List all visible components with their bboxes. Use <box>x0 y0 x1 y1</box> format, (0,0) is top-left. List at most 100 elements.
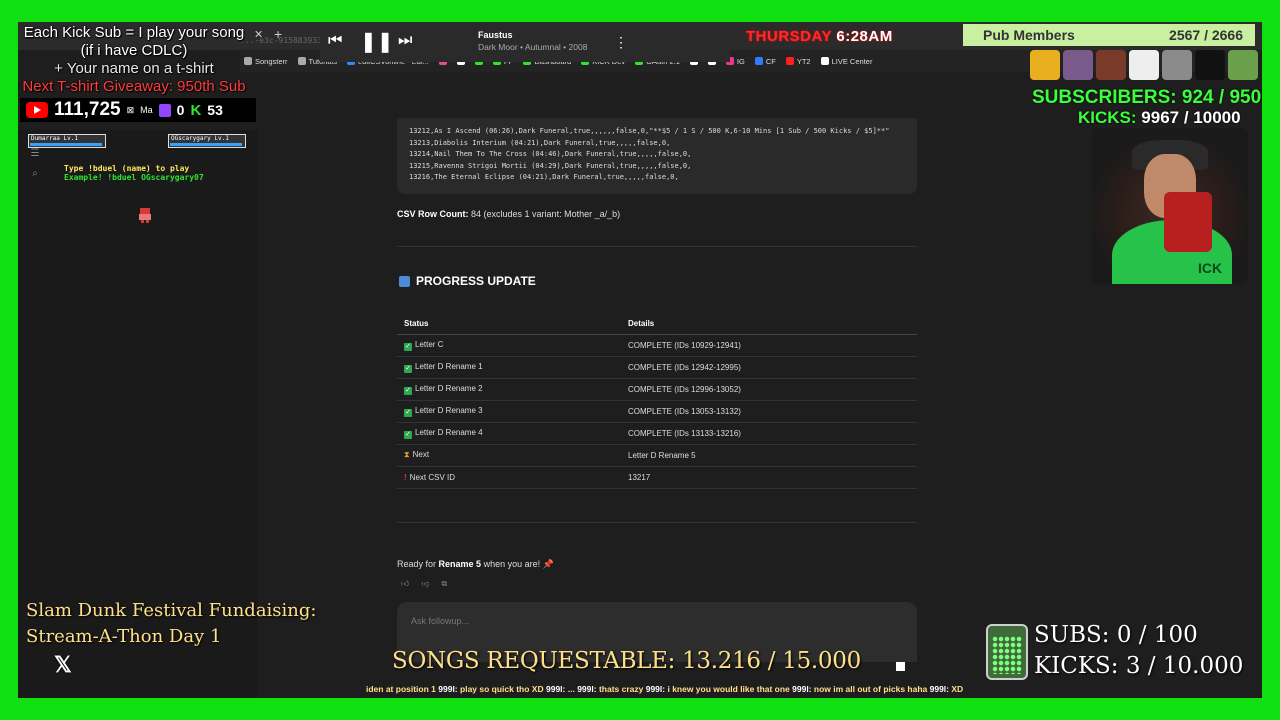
time-label: 6:28AM <box>836 28 893 45</box>
table-header-row: Status Details <box>397 314 917 335</box>
ready-bold: Rename 5 <box>438 559 482 569</box>
tshirt-gallery <box>1030 50 1260 84</box>
status-cell: ! Next CSV ID <box>397 466 621 489</box>
subs-goal: SUBS: 0 / 100 <box>1034 622 1198 648</box>
tshirt-thumbnail <box>1063 50 1093 80</box>
status-text: Letter D Rename 4 <box>415 427 483 437</box>
ticker-message: XD <box>951 684 964 694</box>
game-sprite-icon <box>139 208 151 223</box>
fundraiser-line-1: Slam Dunk Festival Fundaising: <box>26 600 317 621</box>
hourglass-icon: ⧗ <box>404 450 410 459</box>
status-text: Letter D Rename 1 <box>415 361 483 371</box>
previous-track-button[interactable]: ⏮ <box>328 32 342 50</box>
code-line: 13216,The Eternal Eclipse (04:21),Dark F… <box>409 173 679 181</box>
kicks-goal-bottom: KICKS: 3 / 10.000 <box>1034 653 1244 679</box>
thumbs-up-icon[interactable]: 👍︎ <box>401 579 409 589</box>
promo-line-1: Each Kick Sub = I play your song <box>23 24 245 41</box>
status-cell: ✓ Letter D Rename 3 <box>397 400 621 423</box>
status-text: Letter D Rename 3 <box>415 405 483 415</box>
code-line: 13214,Nail Them To The Cross (04:46),Dar… <box>409 150 692 158</box>
column-header-details: Details <box>621 314 917 335</box>
social-small-label: Ma <box>140 105 153 115</box>
feedback-actions: 👍︎ 👎︎ ⧉ <box>401 579 447 589</box>
exclamation-icon: ! <box>404 472 407 482</box>
bookmark-label: IG <box>736 56 745 66</box>
subscribers-value: 924 / 950 <box>1181 87 1262 108</box>
ticker-message: now im all out of picks haha <box>813 684 930 694</box>
pause-button[interactable]: ❚❚ <box>360 29 394 54</box>
pub-members-value: 2567 / 2666 <box>1169 27 1243 43</box>
tshirt-thumbnail <box>1195 50 1225 80</box>
kick-icon: K <box>190 101 202 119</box>
tshirt-thumbnail <box>1030 50 1060 80</box>
code-line: 13215,Ravenna Strigoi Mortii (04:29),Dar… <box>409 161 692 170</box>
bookmark-favicon-icon <box>820 57 829 65</box>
status-cell: ✓ Letter C <box>397 334 621 357</box>
bookmark-item[interactable]: CF <box>754 57 776 66</box>
player2-hp-bar: OGscarygary Lv.1 <box>168 134 246 148</box>
duel-instruction-text: Type !bduel (name) to play <box>64 164 190 173</box>
player1-level: Lv.1 <box>63 135 78 142</box>
bookmark-label: YT2 <box>796 56 811 66</box>
kicks-value: 9967 / 10000 <box>1141 108 1241 127</box>
tshirt-thumbnail <box>1228 50 1258 80</box>
pub-members-box: Pub Members 2567 / 2666 <box>963 24 1255 46</box>
player1-hp-bar: Dumarraa Lv.1 <box>28 134 106 148</box>
pub-members-label: Pub Members <box>983 27 1075 43</box>
ticker-username: 999l: <box>545 684 568 694</box>
bookmark-favicon-icon <box>754 57 763 65</box>
status-text: Next CSV ID <box>409 472 456 482</box>
more-options-icon[interactable]: ⋮ <box>614 34 628 51</box>
copy-icon[interactable]: ⧉ <box>442 579 448 589</box>
thumbs-down-icon[interactable]: 👎︎ <box>421 579 429 589</box>
side-toolbar: ☰ ⌕ <box>26 148 44 188</box>
status-cell: ✓ Letter D Rename 4 <box>397 422 621 445</box>
ready-message: Ready for Rename 5 when you are! 📌 <box>397 559 554 570</box>
ticker-username: 999l: <box>929 684 952 694</box>
promo-line-3: + Your name on a t-shirt <box>54 60 214 77</box>
bookmark-item[interactable]: YT2 <box>785 56 811 66</box>
kicks-label: KICKS: <box>1078 108 1137 127</box>
bookmark-favicon-icon <box>297 57 306 65</box>
duel-example-text: Example! !bduel OGscarygary07 <box>64 173 204 182</box>
track-subtitle: Dark Moor • Autumnal • 2008 <box>478 42 588 52</box>
status-cell: ⧗ Next <box>397 444 621 467</box>
ready-prefix: Ready for <box>397 559 439 569</box>
table-row: ✓ Letter D Rename 3 COMPLETE (IDs 13053-13… <box>397 400 917 423</box>
youtube-icon <box>26 102 48 118</box>
table-row: ✓ Letter D Rename 4 COMPLETE (IDs 13133-13… <box>397 422 917 445</box>
subscribers-label: SUBSCRIBERS: <box>1032 87 1177 108</box>
check-icon: ✓ <box>404 342 412 351</box>
check-icon: ✓ <box>404 408 412 417</box>
player2-name: OGscarygary <box>171 135 211 142</box>
menu-icon[interactable]: ☰ <box>26 148 44 168</box>
code-line: 13212,As I Ascend (06:26),Dark Funeral,t… <box>409 127 890 135</box>
social-counts: 111,725 ⊠ Ma 0 K 53 <box>20 98 256 122</box>
code-line: 13213,Diabolis Interium (04:21),Dark Fun… <box>409 138 671 147</box>
check-icon: ✓ <box>404 386 412 395</box>
bookmark-label: LIVE Center <box>831 56 873 66</box>
tip-jar-icon <box>986 624 1028 680</box>
songs-requestable: SONGS REQUESTABLE: 13.216 / 15.000 <box>392 648 861 674</box>
day-label: THURSDAY <box>746 28 832 45</box>
player2-level: Lv.1 <box>214 135 229 142</box>
table-row: ✓ Letter D Rename 1 COMPLETE (IDs 12942-12… <box>397 356 917 379</box>
search-icon[interactable]: ⌕ <box>26 168 44 188</box>
ticker-message: iden at position 1 <box>366 684 439 694</box>
bookmark-item[interactable]: LIVE Center <box>820 56 873 66</box>
bookmark-favicon-icon <box>785 57 794 65</box>
next-track-button[interactable]: ⏭ <box>398 32 412 50</box>
ticker-username: 999l: <box>645 684 668 694</box>
check-icon: ✓ <box>404 364 412 373</box>
details-cell: COMPLETE (IDs 13053-13132) <box>621 400 917 423</box>
ready-suffix: when you are! 📌 <box>481 559 554 569</box>
media-player: ⏮ ❚❚ ⏭ Faustus Dark Moor • Autumnal • 20… <box>320 24 730 62</box>
social-small-icon: ⊠ <box>126 104 135 115</box>
webcam-shirt-text: ICK <box>1198 260 1223 276</box>
status-text: Letter D Rename 2 <box>415 383 483 393</box>
chat-ticker: iden at position 1 999l: play so quick t… <box>366 684 963 694</box>
status-text: Next <box>412 450 430 459</box>
promo-line-2: (if i have CDLC) <box>80 42 188 59</box>
fundraiser-line-2: Stream-A-Thon Day 1 <box>26 626 222 647</box>
table-row: ! Next CSV ID 13217 <box>397 466 917 489</box>
